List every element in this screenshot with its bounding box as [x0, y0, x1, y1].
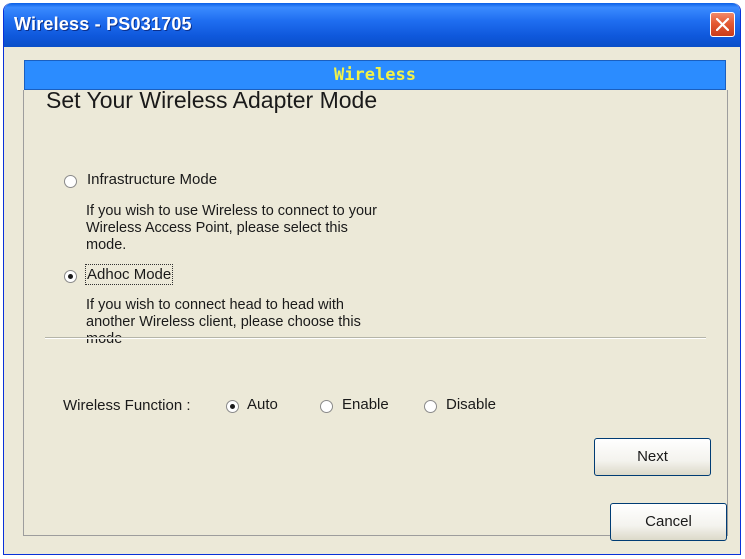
section-banner: Wireless	[24, 60, 726, 90]
adhoc-mode-description: If you wish to connect head to head with…	[86, 297, 361, 347]
separator	[45, 337, 706, 339]
infrastructure-mode-label[interactable]: Infrastructure Mode	[87, 171, 217, 188]
wireless-auto-radio[interactable]	[226, 400, 239, 413]
close-button[interactable]	[710, 12, 735, 37]
infrastructure-mode-description: If you wish to use Wireless to connect t…	[86, 203, 377, 253]
next-button[interactable]: Next	[594, 438, 711, 476]
page-title: Set Your Wireless Adapter Mode	[46, 87, 378, 113]
wireless-disable-radio[interactable]	[424, 400, 437, 413]
wireless-auto-label[interactable]: Auto	[247, 396, 278, 413]
wireless-disable-label[interactable]: Disable	[446, 396, 496, 413]
adhoc-mode-radio[interactable]	[64, 270, 77, 283]
banner-title: Wireless	[334, 65, 416, 85]
wireless-enable-radio[interactable]	[320, 400, 333, 413]
close-icon	[716, 18, 729, 31]
wireless-enable-label[interactable]: Enable	[342, 396, 389, 413]
adhoc-mode-label[interactable]: Adhoc Mode	[84, 264, 174, 285]
cancel-button[interactable]: Cancel	[610, 503, 727, 541]
window-title: Wireless - PS031705	[14, 14, 192, 34]
dialog-window: Wireless - PS031705 Wireless Set Your Wi…	[3, 3, 741, 555]
title-bar[interactable]: Wireless - PS031705	[4, 3, 740, 47]
infrastructure-mode-radio[interactable]	[64, 175, 77, 188]
wireless-function-label: Wireless Function :	[63, 397, 191, 414]
